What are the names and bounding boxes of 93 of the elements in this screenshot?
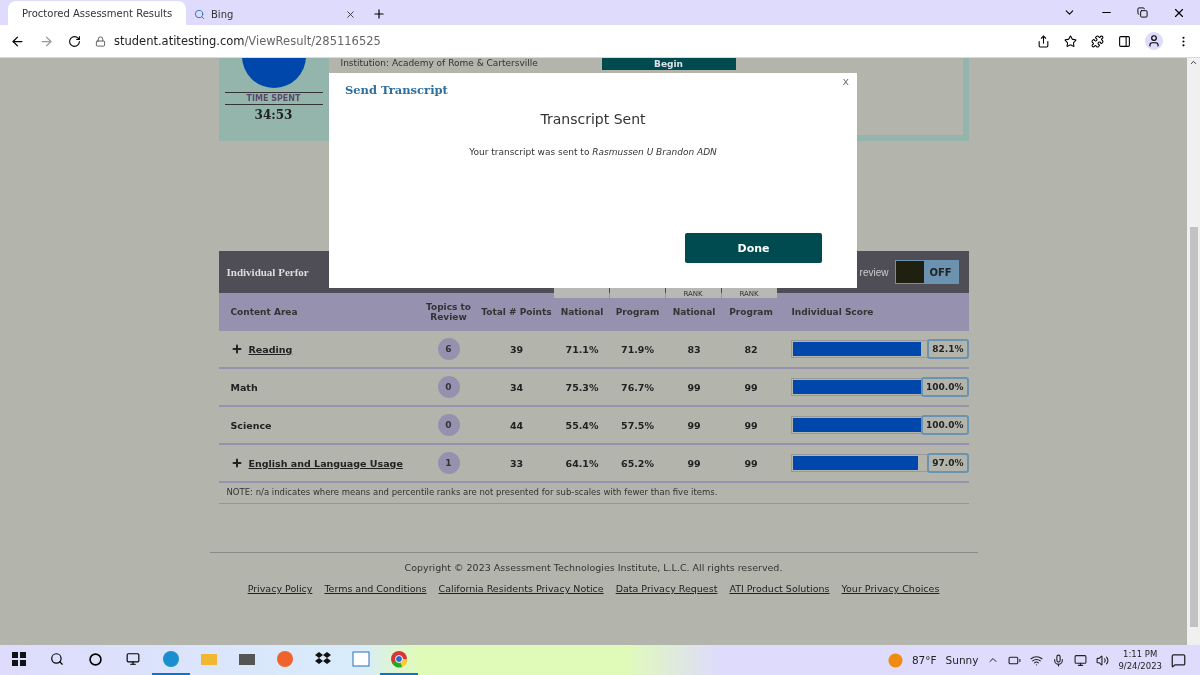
dialog-message: Your transcript was sent to Rasmussen U Brandon ADN xyxy=(469,147,717,157)
table-cell-text: 71.1% xyxy=(564,342,600,357)
topic-link[interactable]: Reading xyxy=(248,343,293,355)
score-value: 100.0% xyxy=(921,415,969,435)
puzzle-icon[interactable] xyxy=(1091,34,1104,48)
reload-icon[interactable] xyxy=(68,34,81,48)
chrome-icon[interactable] xyxy=(390,650,408,668)
topics-count: 6 xyxy=(437,338,460,360)
table-cell-text: 82 xyxy=(743,342,759,357)
microphone-icon[interactable] xyxy=(1052,653,1066,667)
toggle-label: review xyxy=(859,266,889,278)
table-cell-text: 99 xyxy=(743,380,759,395)
browser-tab[interactable]: Bing xyxy=(186,3,364,25)
institution-text: Institution: Academy of Rome & Cartersville xyxy=(340,58,538,68)
table-cell-text: 33 xyxy=(508,456,525,471)
footer-link[interactable]: California Residents Privacy Notice xyxy=(438,583,604,594)
begin-button[interactable]: Begin xyxy=(601,58,736,70)
footer-link[interactable]: Data Privacy Request xyxy=(615,583,718,594)
table-cell-text: 71.9% xyxy=(620,342,655,357)
temperature: 87°F xyxy=(911,654,937,666)
topic-link[interactable]: English and Language Usage xyxy=(248,457,403,469)
table-cell-text: 75.3% xyxy=(564,380,600,395)
footer-link[interactable]: ATI Product Solutions xyxy=(729,583,830,594)
footer-link[interactable]: Privacy Policy xyxy=(247,583,313,594)
column-header: Program xyxy=(615,307,660,317)
topics-count: 1 xyxy=(437,452,460,474)
table-cell-text: 99 xyxy=(686,380,702,395)
profile-icon[interactable] xyxy=(1145,32,1163,50)
table-cell-text: 64.1% xyxy=(564,456,600,471)
table-cell-text: 57.5% xyxy=(620,418,655,433)
table-cell-text: 39 xyxy=(508,342,525,357)
table-cell-text: 99 xyxy=(686,418,702,433)
table-cell-text: 65.2% xyxy=(620,456,655,471)
column-header: Content Area xyxy=(230,307,298,317)
column-header: Program xyxy=(729,307,773,317)
table-cell-text: 34 xyxy=(508,380,525,395)
topic-name: Math xyxy=(230,381,258,393)
expand-icon[interactable] xyxy=(230,457,243,469)
search-icon[interactable] xyxy=(50,652,64,666)
column-header: Individual Score xyxy=(791,307,874,317)
table-cell-text: 99 xyxy=(743,418,759,433)
clock-date: 9/24/2023 xyxy=(1118,661,1162,671)
table-cell-text: 44 xyxy=(508,418,525,433)
restore-icon[interactable] xyxy=(1137,7,1148,18)
column-header: Total # Points xyxy=(481,307,552,317)
toggle-switch[interactable]: OFF xyxy=(894,260,959,284)
table-cell-text: 76.7% xyxy=(620,380,655,395)
topic-name: Science xyxy=(230,419,272,431)
wifi-icon[interactable] xyxy=(1030,653,1044,667)
table-cell-text: 99 xyxy=(686,456,702,471)
column-header: National xyxy=(560,307,604,317)
forward-icon[interactable] xyxy=(39,33,54,49)
table-cell-text: 55.4% xyxy=(564,418,600,433)
column-header: Topics to Review xyxy=(425,302,472,322)
done-button[interactable]: Done xyxy=(685,233,822,263)
footer-link[interactable]: Your Privacy Choices xyxy=(841,583,940,594)
new-tab-icon[interactable] xyxy=(372,7,386,21)
share-icon[interactable] xyxy=(1037,34,1050,48)
weather-text: Sunny xyxy=(945,654,979,666)
table-note: NOTE: n/a indicates where means and percentile ranks are not presented for sub-scales with fewer than five items. xyxy=(218,483,969,504)
close-icon xyxy=(345,8,356,20)
circle-icon[interactable] xyxy=(88,652,102,666)
scrollbar-thumb[interactable] xyxy=(1189,227,1198,627)
clock-time: 1:11 PM xyxy=(1123,649,1158,659)
section-title: Individual Perfor xyxy=(226,266,309,278)
windows-icon[interactable] xyxy=(12,652,26,666)
side-panel-icon[interactable] xyxy=(1118,34,1131,48)
footer-link[interactable]: Terms and Conditions xyxy=(324,583,427,594)
scroll-up-icon[interactable] xyxy=(1189,58,1198,67)
notifications-icon[interactable] xyxy=(1171,652,1186,668)
address-bar[interactable]: student.atitesting.com/ViewResult/285116525 xyxy=(95,34,1023,48)
score-value: 82.1% xyxy=(927,339,969,359)
browser-tab[interactable]: Proctored Assessment Results xyxy=(8,1,186,25)
monitor-icon[interactable] xyxy=(1074,653,1088,667)
back-icon[interactable] xyxy=(10,33,25,49)
dialog-heading: Transcript Sent xyxy=(540,111,646,127)
expand-icon[interactable] xyxy=(230,343,243,355)
table-cell-text: 99 xyxy=(743,456,759,471)
copyright-text: Copyright © 2023 Assessment Technologies Institute, L.L.C. All rights reserved. xyxy=(404,562,783,573)
star-icon[interactable] xyxy=(1064,34,1077,48)
score-value: 97.0% xyxy=(927,453,969,473)
topics-count: 0 xyxy=(437,376,460,398)
column-header: National xyxy=(672,307,716,317)
dialog-title: Send Transcript xyxy=(345,83,449,97)
volume-icon[interactable] xyxy=(1096,653,1110,667)
lock-icon xyxy=(95,35,106,47)
time-label: TIME SPENT xyxy=(224,92,323,105)
time-value: 34:53 xyxy=(254,108,293,122)
table-cell-text: 83 xyxy=(686,342,702,357)
topics-count: 0 xyxy=(437,414,460,436)
close-button[interactable]: x xyxy=(842,75,849,88)
search-icon xyxy=(194,8,205,20)
score-value: 100.0% xyxy=(921,377,969,397)
